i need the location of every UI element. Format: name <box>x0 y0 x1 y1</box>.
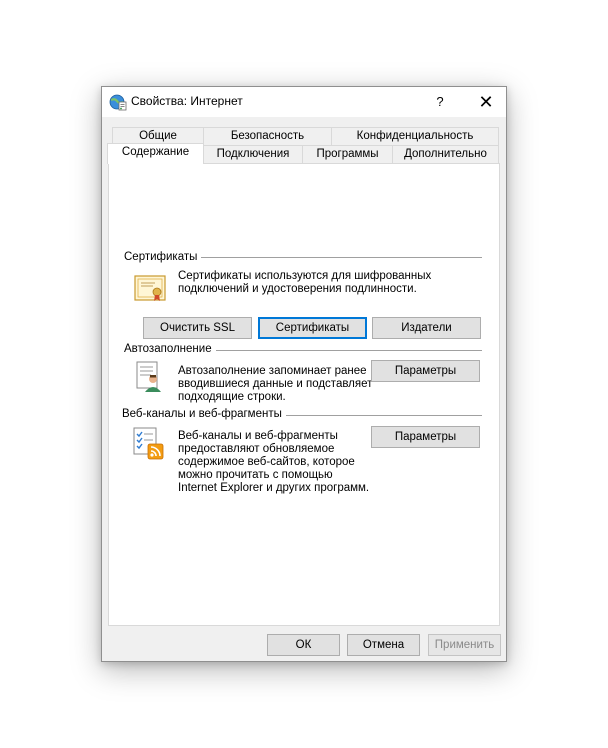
feeds-description-line2: предоставляют обновляемое <box>178 443 335 455</box>
feeds-settings-button[interactable]: Параметры <box>371 426 480 448</box>
internet-options-dialog: Свойства: Интернет ? ✕ Общие Безопасност… <box>101 86 507 662</box>
feeds-divider <box>275 415 482 416</box>
autocomplete-divider <box>209 350 482 351</box>
autocomplete-settings-button[interactable]: Параметры <box>371 360 480 382</box>
autocomplete-description-line3: подходящие строки. <box>178 391 286 403</box>
content-tab-panel: Сертификаты Сертификаты используются для… <box>108 163 500 626</box>
tab-privacy[interactable]: Конфиденциальность <box>331 127 499 145</box>
tab-connections[interactable]: Подключения <box>203 145 303 163</box>
ok-button[interactable]: ОК <box>267 634 340 656</box>
rss-feed-icon <box>133 427 164 460</box>
window-title: Свойства: Интернет <box>131 94 243 108</box>
tab-advanced[interactable]: Дополнительно <box>392 145 499 163</box>
feeds-description-line3: содержимое веб-сайтов, которое <box>178 456 355 468</box>
feeds-description-line4: можно прочитать с помощью <box>178 469 333 481</box>
title-bar: Свойства: Интернет ? ✕ <box>102 87 506 117</box>
tab-security[interactable]: Безопасность <box>203 127 332 145</box>
certificates-description-line1: Сертификаты используются для шифрованных <box>178 270 432 282</box>
cancel-button[interactable]: Отмена <box>347 634 420 656</box>
tab-content[interactable]: Содержание <box>107 143 204 164</box>
apply-button[interactable]: Применить <box>428 634 501 656</box>
feeds-heading: Веб-каналы и веб-фрагменты <box>122 408 286 420</box>
feeds-description-line1: Веб-каналы и веб-фрагменты <box>178 430 338 442</box>
certificates-description-line2: подключений и удостоверения подлинности. <box>178 283 417 295</box>
certificates-divider <box>189 257 482 258</box>
certificates-heading: Сертификаты <box>124 251 202 263</box>
autocomplete-heading: Автозаполнение <box>124 343 216 355</box>
tab-programs[interactable]: Программы <box>302 145 393 163</box>
help-button[interactable]: ? <box>427 87 453 117</box>
autocomplete-description-line2: вводившиеся данные и подставляет <box>178 378 373 390</box>
certificates-button[interactable]: Сертификаты <box>258 317 367 339</box>
clear-ssl-button[interactable]: Очистить SSL <box>143 317 252 339</box>
publishers-button[interactable]: Издатели <box>372 317 481 339</box>
certificate-icon <box>134 275 166 301</box>
autocomplete-description-line1: Автозаполнение запоминает ранее <box>178 365 367 377</box>
close-button[interactable]: ✕ <box>468 87 504 117</box>
internet-globe-icon <box>109 94 127 111</box>
feeds-description-line5: Internet Explorer и других программ. <box>178 482 370 494</box>
autocomplete-form-icon <box>136 361 161 392</box>
